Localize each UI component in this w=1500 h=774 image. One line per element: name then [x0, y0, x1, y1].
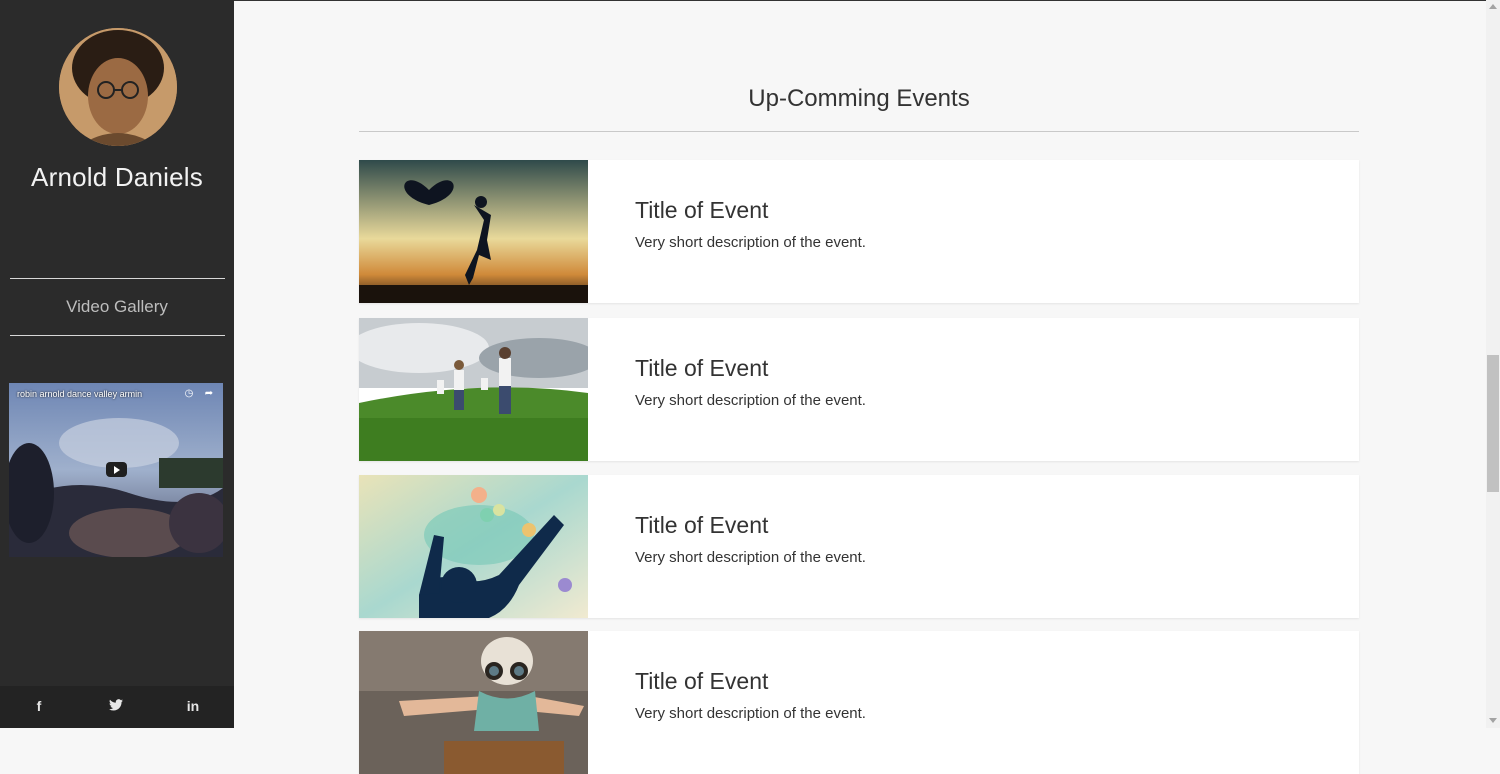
event-card[interactable]: Title of Event Very short description of… [359, 475, 1359, 618]
event-card[interactable]: Title of Event Very short description of… [359, 631, 1359, 774]
avatar [59, 28, 177, 146]
event-description: Very short description of the event. [635, 392, 866, 409]
linkedin-icon[interactable]: in [183, 698, 203, 716]
event-image [359, 160, 588, 303]
event-title[interactable]: Title of Event [635, 355, 768, 382]
video-gallery-heading[interactable]: Video Gallery [0, 297, 234, 317]
social-bar: f in [0, 686, 234, 728]
event-title[interactable]: Title of Event [635, 512, 768, 539]
event-image [359, 318, 588, 461]
share-icon[interactable]: ➦ [203, 388, 215, 400]
title-divider [359, 131, 1359, 132]
event-image [359, 475, 588, 618]
divider [10, 335, 225, 336]
scrollbar-thumb[interactable] [1487, 355, 1499, 492]
event-card[interactable]: Title of Event Very short description of… [359, 318, 1359, 461]
event-description: Very short description of the event. [635, 234, 866, 251]
facebook-icon[interactable]: f [29, 698, 49, 716]
event-card[interactable]: Title of Event Very short description of… [359, 160, 1359, 303]
video-title[interactable]: robin arnold dance valley armin [17, 389, 142, 399]
main-content: Up-Comming Events Title of Event Very sh… [234, 0, 1486, 774]
video-player[interactable]: robin arnold dance valley armin ◷ ➦ [9, 383, 223, 557]
event-title[interactable]: Title of Event [635, 197, 768, 224]
scrollbar[interactable] [1486, 0, 1500, 728]
scroll-down-arrow-icon[interactable] [1489, 718, 1497, 723]
divider [10, 278, 225, 279]
play-button[interactable] [106, 462, 127, 477]
sidebar: Arnold Daniels Video Gallery robin arnol… [0, 0, 234, 728]
profile-name: Arnold Daniels [31, 162, 203, 192]
twitter-icon[interactable] [106, 698, 126, 716]
page-title: Up-Comming Events [748, 85, 970, 112]
event-image [359, 631, 588, 774]
event-description: Very short description of the event. [635, 549, 866, 566]
event-description: Very short description of the event. [635, 705, 866, 722]
event-title[interactable]: Title of Event [635, 668, 768, 695]
watch-later-icon[interactable]: ◷ [183, 388, 195, 400]
scroll-up-arrow-icon[interactable] [1489, 4, 1497, 9]
